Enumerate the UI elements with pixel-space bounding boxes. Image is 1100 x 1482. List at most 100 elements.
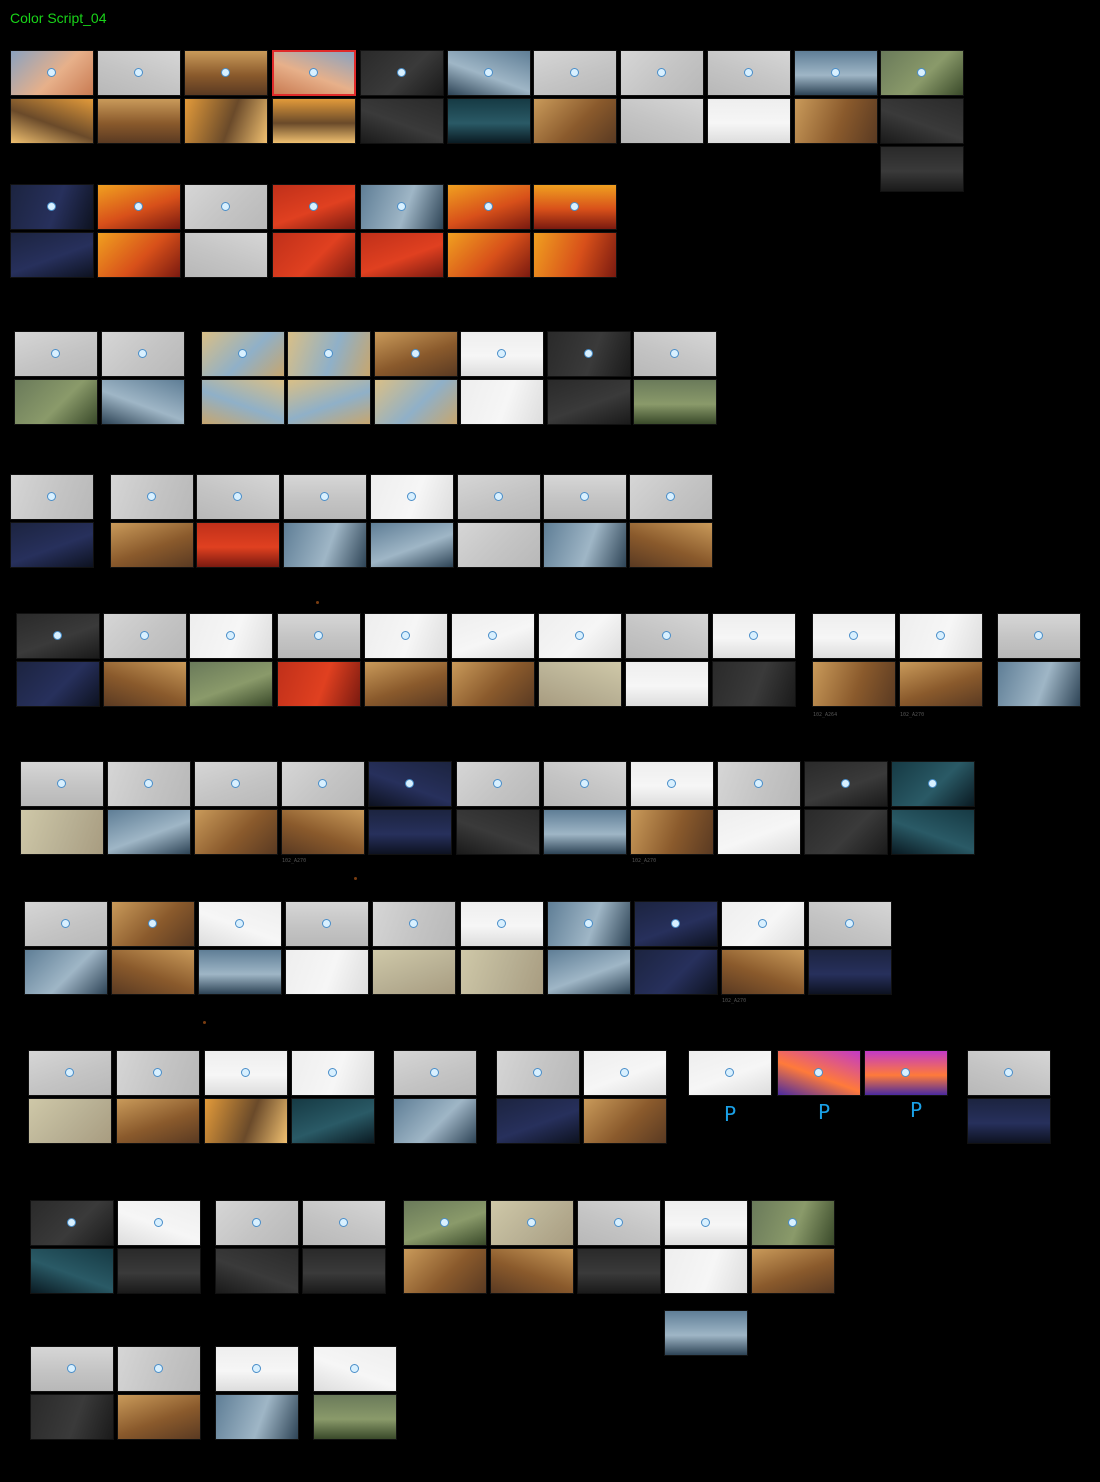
play-icon[interactable] — [570, 202, 579, 211]
storyboard-panel — [364, 661, 448, 707]
storyboard-panel — [707, 50, 791, 96]
play-icon[interactable] — [154, 1218, 163, 1227]
play-icon[interactable] — [580, 492, 589, 501]
play-icon[interactable] — [397, 68, 406, 77]
play-icon[interactable] — [849, 631, 858, 640]
play-icon[interactable] — [494, 492, 503, 501]
play-icon[interactable] — [233, 492, 242, 501]
storyboard-panel — [24, 901, 108, 947]
play-icon[interactable] — [484, 68, 493, 77]
play-icon[interactable] — [411, 349, 420, 358]
play-icon[interactable] — [662, 631, 671, 640]
play-icon[interactable] — [221, 68, 230, 77]
play-icon[interactable] — [749, 631, 758, 640]
storyboard-panel — [633, 379, 717, 425]
play-icon[interactable] — [231, 779, 240, 788]
play-icon[interactable] — [667, 779, 676, 788]
play-icon[interactable] — [154, 1364, 163, 1373]
storyboard-panel — [28, 1050, 112, 1096]
play-icon[interactable] — [533, 1068, 542, 1077]
play-icon[interactable] — [409, 919, 418, 928]
play-icon[interactable] — [831, 68, 840, 77]
play-icon[interactable] — [318, 779, 327, 788]
play-icon[interactable] — [53, 631, 62, 640]
storyboard-panel — [201, 379, 285, 425]
play-icon[interactable] — [238, 349, 247, 358]
play-icon[interactable] — [134, 202, 143, 211]
play-icon[interactable] — [407, 492, 416, 501]
play-icon[interactable] — [928, 779, 937, 788]
play-icon[interactable] — [401, 631, 410, 640]
play-icon[interactable] — [309, 68, 318, 77]
play-icon[interactable] — [440, 1218, 449, 1227]
play-icon[interactable] — [148, 919, 157, 928]
play-icon[interactable] — [845, 919, 854, 928]
play-icon[interactable] — [1004, 1068, 1013, 1077]
play-icon[interactable] — [324, 349, 333, 358]
play-icon[interactable] — [309, 202, 318, 211]
play-icon[interactable] — [1034, 631, 1043, 640]
play-icon[interactable] — [497, 349, 506, 358]
play-icon[interactable] — [493, 779, 502, 788]
play-icon[interactable] — [670, 349, 679, 358]
play-icon[interactable] — [252, 1364, 261, 1373]
play-icon[interactable] — [744, 68, 753, 77]
play-icon[interactable] — [328, 1068, 337, 1077]
play-icon[interactable] — [134, 68, 143, 77]
play-icon[interactable] — [51, 349, 60, 358]
play-icon[interactable] — [614, 1218, 623, 1227]
play-icon[interactable] — [153, 1068, 162, 1077]
play-icon[interactable] — [814, 1068, 823, 1077]
play-icon[interactable] — [584, 349, 593, 358]
play-icon[interactable] — [575, 631, 584, 640]
play-icon[interactable] — [252, 1218, 261, 1227]
play-icon[interactable] — [322, 919, 331, 928]
play-icon[interactable] — [758, 919, 767, 928]
play-icon[interactable] — [138, 349, 147, 358]
play-icon[interactable] — [57, 779, 66, 788]
play-icon[interactable] — [488, 631, 497, 640]
play-icon[interactable] — [788, 1218, 797, 1227]
play-icon[interactable] — [936, 631, 945, 640]
play-icon[interactable] — [47, 202, 56, 211]
play-icon[interactable] — [917, 68, 926, 77]
play-icon[interactable] — [754, 779, 763, 788]
play-icon[interactable] — [147, 492, 156, 501]
play-icon[interactable] — [484, 202, 493, 211]
play-icon[interactable] — [527, 1218, 536, 1227]
play-icon[interactable] — [584, 919, 593, 928]
play-icon[interactable] — [67, 1364, 76, 1373]
play-icon[interactable] — [226, 631, 235, 640]
play-icon[interactable] — [314, 631, 323, 640]
play-icon[interactable] — [235, 919, 244, 928]
play-icon[interactable] — [580, 779, 589, 788]
play-icon[interactable] — [725, 1068, 734, 1077]
play-icon[interactable] — [397, 202, 406, 211]
play-icon[interactable] — [65, 1068, 74, 1077]
play-icon[interactable] — [320, 492, 329, 501]
play-icon[interactable] — [47, 492, 56, 501]
play-icon[interactable] — [657, 68, 666, 77]
play-icon[interactable] — [901, 1068, 910, 1077]
play-icon[interactable] — [841, 779, 850, 788]
storyboard-panel — [717, 761, 801, 807]
play-icon[interactable] — [701, 1218, 710, 1227]
play-icon[interactable] — [47, 68, 56, 77]
play-icon[interactable] — [61, 919, 70, 928]
play-icon[interactable] — [67, 1218, 76, 1227]
storyboard-panel — [97, 184, 181, 230]
play-icon[interactable] — [497, 919, 506, 928]
play-icon[interactable] — [570, 68, 579, 77]
play-icon[interactable] — [671, 919, 680, 928]
storyboard-panel — [457, 522, 541, 568]
play-icon[interactable] — [620, 1068, 629, 1077]
play-icon[interactable] — [350, 1364, 359, 1373]
play-icon[interactable] — [666, 492, 675, 501]
play-icon[interactable] — [144, 779, 153, 788]
play-icon[interactable] — [339, 1218, 348, 1227]
play-icon[interactable] — [430, 1068, 439, 1077]
play-icon[interactable] — [221, 202, 230, 211]
play-icon[interactable] — [140, 631, 149, 640]
play-icon[interactable] — [241, 1068, 250, 1077]
play-icon[interactable] — [405, 779, 414, 788]
